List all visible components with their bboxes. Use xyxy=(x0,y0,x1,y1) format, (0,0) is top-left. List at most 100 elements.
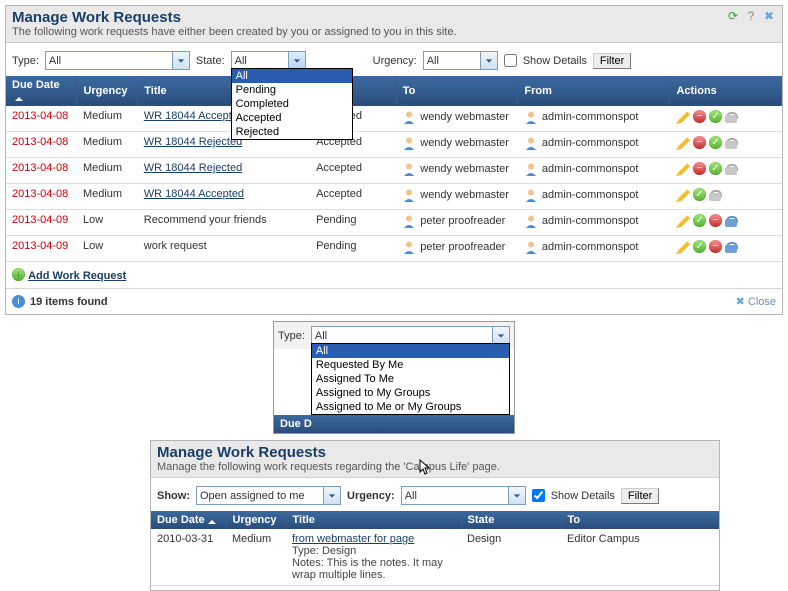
state-select-value: All xyxy=(235,55,275,67)
lock-icon[interactable] xyxy=(725,136,737,149)
header-strip: Due D xyxy=(274,415,514,433)
urgency-select-value: All xyxy=(405,490,445,502)
filter-button[interactable]: Filter xyxy=(593,53,631,69)
type-option[interactable]: Requested By Me xyxy=(312,358,509,372)
approve-icon[interactable]: ✓ xyxy=(709,136,722,149)
chevron-down-icon[interactable] xyxy=(323,487,340,504)
col-due-date[interactable]: Due Date xyxy=(151,511,226,529)
type-select[interactable]: All xyxy=(45,51,190,70)
panel-title: Manage Work Requests xyxy=(157,444,713,461)
type-select-value: All xyxy=(315,330,355,342)
approve-icon[interactable]: ✓ xyxy=(693,188,706,201)
filter-bar: Show: Open assigned to me Urgency: All S… xyxy=(151,478,719,511)
state-option-rejected[interactable]: Rejected xyxy=(232,125,352,139)
col-state[interactable]: State xyxy=(461,511,561,529)
urgency-select[interactable]: All xyxy=(401,486,526,505)
delete-icon[interactable]: − xyxy=(709,240,722,253)
title-link[interactable]: from webmaster for page xyxy=(292,533,414,545)
lock-icon[interactable] xyxy=(725,214,737,227)
approve-icon[interactable]: ✓ xyxy=(693,240,706,253)
cell-due: 2013-04-08 xyxy=(6,132,77,158)
state-option-accepted[interactable]: Accepted xyxy=(232,111,352,125)
col-actions[interactable]: Actions xyxy=(670,76,782,106)
title-link[interactable]: WR 18044 Accepted xyxy=(144,110,244,122)
lock-icon[interactable] xyxy=(709,188,721,201)
title-link[interactable]: WR 18044 Rejected xyxy=(144,136,242,148)
edit-icon[interactable] xyxy=(676,162,690,176)
approve-icon[interactable]: ✓ xyxy=(709,162,722,175)
state-dropdown: All Pending Completed Accepted Rejected xyxy=(231,68,353,140)
edit-icon[interactable] xyxy=(676,110,690,124)
delete-icon[interactable]: − xyxy=(693,136,706,149)
plus-icon[interactable]: ＋ xyxy=(12,268,25,281)
chevron-down-icon[interactable] xyxy=(508,487,525,504)
cell-from: admin-commonspot xyxy=(518,210,670,236)
chevron-down-icon[interactable] xyxy=(480,52,497,69)
help-icon[interactable]: ? xyxy=(744,9,758,23)
lock-icon[interactable] xyxy=(725,162,737,175)
add-work-request-link[interactable]: Add Work Request xyxy=(28,270,126,282)
cell-to: wendy webmaster xyxy=(396,132,518,158)
urgency-label: Urgency: xyxy=(347,490,395,502)
type-select[interactable]: All All Requested By Me Assigned To Me A… xyxy=(311,326,510,345)
chevron-down-icon[interactable] xyxy=(492,327,509,344)
state-select[interactable]: All All Pending Completed Accepted Rejec… xyxy=(231,51,306,70)
cell-urgency: Low xyxy=(77,236,138,262)
delete-icon[interactable]: − xyxy=(693,110,706,123)
cell-due: 2013-04-09 xyxy=(6,210,77,236)
urgency-select-value: All xyxy=(427,55,467,67)
manage-work-requests-page-panel: Manage Work Requests Manage the followin… xyxy=(150,440,720,591)
type-dropdown-fragment: Type: All All Requested By Me Assigned T… xyxy=(273,321,515,434)
chevron-down-icon[interactable] xyxy=(172,52,189,69)
col-from[interactable]: From xyxy=(518,76,670,106)
delete-icon[interactable]: − xyxy=(693,162,706,175)
type-option[interactable]: Assigned to My Groups xyxy=(312,386,509,400)
delete-icon[interactable]: − xyxy=(709,214,722,227)
show-select-value: Open assigned to me xyxy=(200,490,305,502)
cell-actions: ✓ xyxy=(670,184,782,210)
col-urgency[interactable]: Urgency xyxy=(226,511,286,529)
show-select[interactable]: Open assigned to me xyxy=(196,486,341,505)
edit-icon[interactable] xyxy=(676,136,690,150)
col-to[interactable]: To xyxy=(561,511,719,529)
info-icon: i xyxy=(12,295,25,308)
edit-icon[interactable] xyxy=(676,214,690,228)
filter-button[interactable]: Filter xyxy=(621,488,659,504)
cell-to: Editor Campus xyxy=(561,529,719,586)
user-icon xyxy=(402,240,416,254)
type-option[interactable]: Assigned to Me or My Groups xyxy=(312,400,509,414)
cell-actions: −✓ xyxy=(670,132,782,158)
panel-header: Manage Work Requests The following work … xyxy=(6,6,782,43)
close-icon[interactable]: ✖ xyxy=(762,9,776,23)
col-title[interactable]: Title xyxy=(286,511,461,529)
title-link[interactable]: WR 18044 Rejected xyxy=(144,162,242,174)
cell-title: Recommend your friends xyxy=(138,210,310,236)
close-button[interactable]: ✖ Close xyxy=(736,295,776,308)
panel-footer: i 19 items found ✖ Close xyxy=(6,288,782,314)
cell-state: Accepted xyxy=(310,158,396,184)
state-option-all[interactable]: All xyxy=(232,69,352,83)
refresh-icon[interactable]: ⟳ xyxy=(726,9,740,23)
cell-urgency: Medium xyxy=(77,184,138,210)
edit-icon[interactable] xyxy=(676,240,690,254)
approve-icon[interactable]: ✓ xyxy=(709,110,722,123)
col-to[interactable]: To xyxy=(396,76,518,106)
show-details-checkbox[interactable] xyxy=(532,489,545,502)
title-link[interactable]: WR 18044 Accepted xyxy=(144,188,244,200)
approve-icon[interactable]: ✓ xyxy=(693,214,706,227)
lock-icon[interactable] xyxy=(725,110,737,123)
urgency-select[interactable]: All xyxy=(423,51,498,70)
col-due-date[interactable]: Due Date xyxy=(6,76,77,106)
type-option[interactable]: Assigned To Me xyxy=(312,372,509,386)
state-option-pending[interactable]: Pending xyxy=(232,83,352,97)
detail-type: Type: Design xyxy=(292,545,455,557)
user-icon xyxy=(402,214,416,228)
show-details-checkbox[interactable] xyxy=(504,54,517,67)
cell-due: 2010-03-31 xyxy=(151,529,226,586)
col-urgency[interactable]: Urgency xyxy=(77,76,138,106)
lock-icon[interactable] xyxy=(725,240,737,253)
chevron-down-icon[interactable] xyxy=(288,52,305,69)
edit-icon[interactable] xyxy=(676,188,690,202)
type-option[interactable]: All xyxy=(312,344,509,358)
state-option-completed[interactable]: Completed xyxy=(232,97,352,111)
